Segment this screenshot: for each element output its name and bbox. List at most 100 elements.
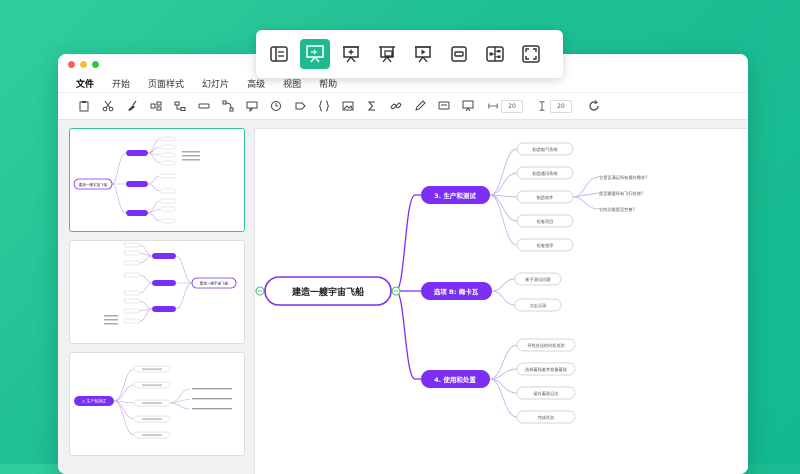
sigma-icon [367, 101, 375, 111]
branch-usage-text: 4. 使用和处置 [434, 375, 476, 384]
relationship-button[interactable] [216, 97, 240, 115]
menu-home[interactable]: 开始 [112, 77, 130, 90]
thumb2-root-text: 建造一艘宇宙飞船 [200, 281, 229, 286]
root-node-text: 建造一艘宇宙飞船 [292, 286, 364, 298]
brush-icon [128, 100, 137, 111]
play-board-icon [415, 46, 431, 63]
formula-button[interactable] [360, 97, 384, 115]
edit-toolbar: 20 20 [58, 92, 748, 120]
menu-slides[interactable]: 幻灯片 [202, 77, 229, 90]
child-node[interactable]: 寻找合适的时机发射 [516, 338, 576, 352]
callout-icon [246, 101, 258, 112]
child-node[interactable]: 制造电气系统 [516, 142, 574, 156]
width-icon [488, 103, 498, 109]
comment-button[interactable] [432, 97, 456, 115]
brace-icon [318, 100, 330, 112]
present-button[interactable] [456, 97, 480, 115]
slide-3-preview: 3. 生产和测试 [74, 365, 232, 439]
refresh-icon [589, 100, 599, 111]
thumb3-root-text: 3. 生产和测试 [82, 399, 106, 404]
menu-advanced[interactable]: 高级 [247, 77, 265, 90]
branch-node-option-b[interactable]: 选项 B: 梅卡瓦 [421, 282, 492, 300]
slide-presentation-button[interactable] [300, 39, 330, 69]
root-node[interactable]: 建造一艘宇宙飞船 [264, 276, 392, 306]
child-node[interactable]: 制造软件 [516, 190, 574, 204]
slide-thumbnail-3[interactable]: 3. 生产和测试 [69, 352, 245, 456]
boundary-button[interactable] [288, 97, 312, 115]
mindmap-canvas[interactable]: 建造一艘宇宙飞船 3. 生产和测试 选项 B: 梅卡瓦 4. 使用和处置 制造电… [254, 128, 748, 474]
presentation-icon [462, 100, 474, 112]
child-node-text: 完成任务 [538, 414, 556, 421]
insert-link-button[interactable] [384, 97, 408, 115]
branch-node-production[interactable]: 3. 生产和测试 [421, 186, 490, 204]
slide-frame-button[interactable] [444, 39, 474, 69]
format-painter-button[interactable] [120, 97, 144, 115]
mark-button[interactable] [408, 97, 432, 115]
callout-button[interactable] [240, 97, 264, 115]
split-slide-button[interactable] [480, 39, 510, 69]
width-input[interactable]: 20 [501, 99, 523, 113]
app-window: 文件 开始 页面样式 幻灯片 高级 视图 帮助 20 20 建造一艘宇宙飞船 建… [58, 54, 748, 474]
thumb1-root-text: 建造一艘宇宙飞船 [79, 182, 108, 187]
child-node-text: 新手测试问题 [525, 276, 551, 283]
child-node[interactable]: 检查项目 [516, 214, 574, 228]
play-slideshow-button[interactable] [408, 39, 438, 69]
close-window-dot[interactable] [68, 60, 75, 68]
child-node[interactable]: 检查程序 [516, 238, 574, 252]
fullscreen-icon [522, 45, 540, 63]
fullscreen-button[interactable] [516, 39, 546, 69]
child-node-text: 选择着陆者并准备着陆 [525, 366, 567, 373]
slide-thumbnail-1[interactable]: 建造一艘宇宙飞船 [69, 128, 245, 232]
comment-icon [438, 101, 450, 110]
child-node[interactable]: 点击记录 [514, 298, 562, 312]
code-button[interactable] [312, 97, 336, 115]
child-node[interactable]: 制造通讯系统 [516, 166, 574, 180]
menu-page-style[interactable]: 页面样式 [148, 77, 184, 90]
scissors-icon [102, 100, 114, 112]
link-icon [390, 102, 402, 110]
clipboard-icon [79, 101, 89, 112]
cut-button[interactable] [96, 97, 120, 115]
sub-child-text[interactable]: 是否需要所有飞行检修? [599, 190, 643, 197]
child-node[interactable]: 留存着陆日志 [516, 386, 576, 400]
refresh-button[interactable] [582, 97, 606, 115]
child-node[interactable]: 完成任务 [516, 410, 576, 424]
height-icon [539, 101, 545, 111]
slide-1-preview: 建造一艘宇宙飞船 [73, 136, 200, 224]
paste-button[interactable] [72, 97, 96, 115]
height-input[interactable]: 20 [550, 99, 572, 113]
rectangle-icon [198, 103, 210, 109]
floating-topic-button[interactable] [192, 97, 216, 115]
presentation-toolbar [256, 30, 563, 78]
menu-file[interactable]: 文件 [76, 77, 94, 90]
insert-topic-button[interactable] [144, 97, 168, 115]
branch-option-b-text: 选项 B: 梅卡瓦 [434, 287, 479, 296]
slide-layout-button[interactable] [372, 39, 402, 69]
branch-node-usage[interactable]: 4. 使用和处置 [421, 370, 490, 388]
subtopic-icon [174, 101, 186, 111]
child-node[interactable]: 选择着陆者并准备着陆 [516, 362, 576, 376]
width-control: 20 [488, 99, 523, 113]
child-node-text: 留存着陆日志 [533, 390, 558, 397]
outline-view-button[interactable] [264, 39, 294, 69]
menu-help[interactable]: 帮助 [319, 77, 337, 90]
add-slide-button[interactable] [336, 39, 366, 69]
maximize-window-dot[interactable] [92, 60, 99, 68]
split-structure-icon [486, 46, 504, 62]
sub-child-text[interactable]: 它的功能是否完善? [599, 206, 635, 213]
child-node[interactable]: 新手测试问题 [514, 272, 562, 286]
minimize-window-dot[interactable] [80, 60, 87, 68]
relationship-icon [222, 100, 234, 112]
insert-subtopic-button[interactable] [168, 97, 192, 115]
insert-image-button[interactable] [336, 97, 360, 115]
child-node-text: 检查项目 [537, 218, 554, 225]
image-icon [342, 101, 354, 111]
slide-thumbnail-2[interactable]: 建造一艘宇宙飞船 [69, 240, 245, 344]
summary-button[interactable] [264, 97, 288, 115]
child-node-text: 检查程序 [537, 242, 554, 249]
add-board-icon [343, 46, 359, 63]
presentation-board-icon [306, 45, 324, 63]
tag-icon [295, 102, 306, 110]
menu-view[interactable]: 视图 [283, 77, 301, 90]
sub-child-text[interactable]: 它是否满足所有操作需求? [599, 174, 647, 181]
